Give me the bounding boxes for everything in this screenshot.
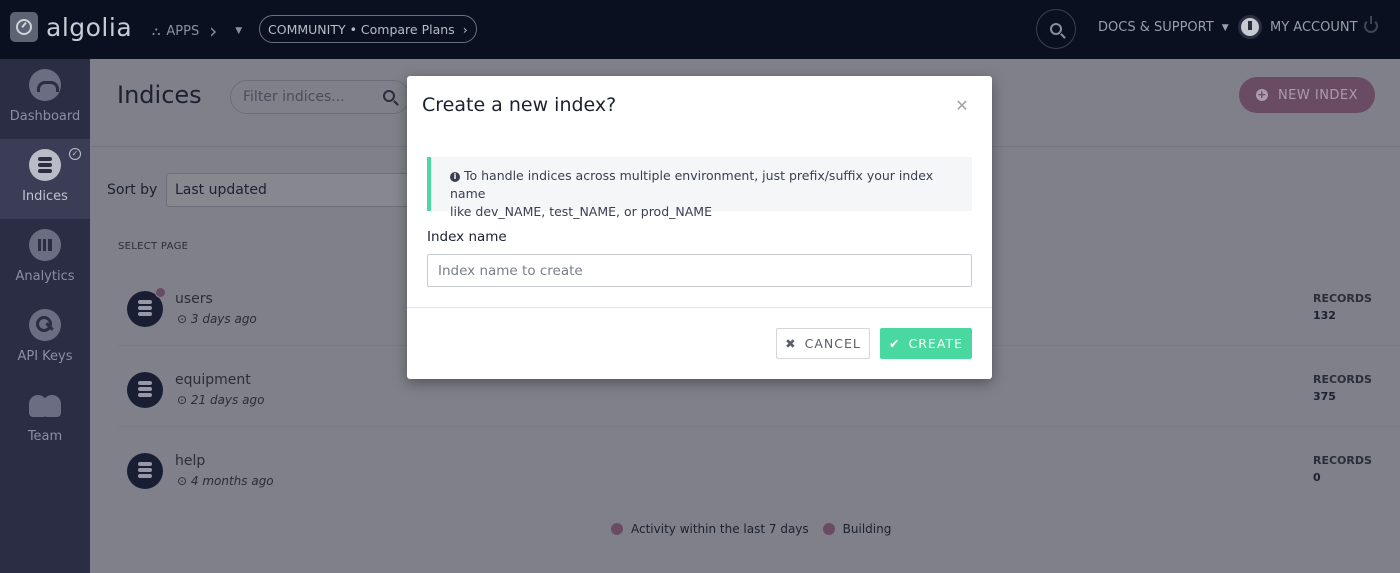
filter-indices-input[interactable]: Filter indices...: [230, 80, 410, 114]
index-name-input[interactable]: [427, 254, 972, 287]
sort-select[interactable]: Last updated: [166, 173, 416, 207]
create-label: CREATE: [908, 336, 963, 351]
close-icon[interactable]: ✕: [952, 96, 972, 116]
sidebar-item-label: Indices: [22, 189, 68, 204]
team-icon: [29, 389, 61, 421]
check-circle-icon: ✓: [69, 148, 81, 160]
plan-label: COMMUNITY • Compare Plans: [268, 21, 455, 37]
sidebar-item-analytics[interactable]: Analytics: [0, 219, 90, 299]
compare-plans-pill[interactable]: COMMUNITY • Compare Plans ›: [259, 15, 477, 43]
algolia-logo[interactable]: algolia: [10, 12, 132, 42]
sidebar-item-team[interactable]: Team: [0, 379, 90, 459]
sidebar-item-indices[interactable]: ✓ Indices: [0, 139, 90, 219]
my-account-menu[interactable]: MY ACCOUNT: [1238, 15, 1358, 39]
new-index-button[interactable]: + NEW INDEX: [1239, 77, 1375, 113]
account-label: MY ACCOUNT: [1270, 19, 1358, 35]
logo-text: algolia: [46, 12, 133, 42]
index-name[interactable]: equipment: [175, 372, 251, 388]
global-search-button[interactable]: [1036, 9, 1076, 49]
search-icon: [383, 90, 395, 102]
row-divider: [118, 426, 1400, 427]
logout-power-icon[interactable]: [1364, 16, 1378, 33]
database-icon: [127, 372, 163, 408]
legend-activity: Activity within the last 7 days: [631, 522, 809, 536]
chevron-right-icon: ›: [462, 21, 468, 37]
apps-icon: ⛬: [152, 23, 161, 38]
sidebar: Dashboard ✓ Indices Analytics API Keys T…: [0, 59, 90, 573]
key-icon: [29, 309, 61, 341]
apps-breadcrumb[interactable]: ⛬ APPS › ▼: [152, 19, 242, 43]
docs-label: DOCS & SUPPORT: [1098, 20, 1214, 35]
info-line-2: like dev_NAME, test_NAME, or prod_NAME: [450, 204, 712, 219]
sidebar-item-label: Analytics: [15, 269, 75, 284]
records-count: 132: [1313, 309, 1336, 322]
index-updated: ⊙ 21 days ago: [177, 393, 265, 407]
cancel-label: CANCEL: [804, 336, 861, 351]
check-icon: ✔: [889, 336, 901, 351]
sidebar-item-dashboard[interactable]: Dashboard: [0, 59, 90, 139]
index-row-help[interactable]: help ⊙ 4 months ago RECORDS 0: [117, 439, 1400, 520]
new-index-label: NEW INDEX: [1277, 87, 1359, 103]
info-line-1: To handle indices across multiple enviro…: [450, 168, 934, 201]
docs-support-menu[interactable]: DOCS & SUPPORT ▼: [1098, 20, 1229, 35]
select-page-label[interactable]: SELECT PAGE: [118, 241, 188, 252]
create-index-modal: Create a new index? ✕ i To handle indices…: [407, 76, 992, 379]
gauge-icon: [29, 69, 61, 101]
index-name[interactable]: users: [175, 291, 213, 307]
search-icon: [1050, 23, 1062, 35]
sidebar-item-label: Dashboard: [9, 109, 81, 124]
plus-circle-icon: +: [1255, 88, 1268, 101]
bar-chart-icon: [29, 229, 61, 261]
modal-title: Create a new index?: [422, 94, 617, 116]
sort-value: Last updated: [175, 182, 267, 198]
page-title: Indices: [117, 81, 202, 109]
info-callout: i To handle indices across multiple envir…: [427, 157, 972, 219]
index-updated: ⊙ 4 months ago: [177, 474, 274, 488]
records-count: 375: [1313, 390, 1336, 403]
avatar: [1238, 15, 1262, 39]
sidebar-item-api-keys[interactable]: API Keys: [0, 299, 90, 379]
activity-dot-icon: [611, 523, 623, 535]
index-name-label: Index name: [427, 229, 507, 245]
records-count: 0: [1313, 471, 1321, 484]
building-dot-icon: [822, 523, 835, 535]
sidebar-item-label: API Keys: [17, 349, 73, 364]
status-legend: Activity within the last 7 days Building: [611, 522, 899, 536]
records-label: RECORDS: [1313, 292, 1372, 305]
database-icon: [29, 149, 61, 181]
modal-divider: [407, 307, 992, 308]
records-label: RECORDS: [1313, 454, 1372, 467]
sort-label: Sort by: [107, 182, 158, 198]
apps-label: APPS: [166, 23, 200, 39]
chevron-down-icon: ▼: [1221, 22, 1229, 33]
info-icon: i: [450, 172, 460, 182]
algolia-logo-icon: [10, 12, 38, 42]
chevron-down-icon[interactable]: ▼: [235, 26, 242, 36]
database-icon: [127, 453, 163, 489]
sidebar-item-label: Team: [27, 429, 63, 444]
create-button[interactable]: ✔ CREATE: [880, 328, 972, 359]
close-icon: ✖: [785, 336, 797, 351]
records-label: RECORDS: [1313, 373, 1372, 386]
index-name[interactable]: help: [175, 453, 205, 469]
legend-building: Building: [842, 522, 892, 536]
cancel-button[interactable]: ✖ CANCEL: [776, 328, 870, 359]
filter-placeholder: Filter indices...: [243, 89, 345, 105]
index-updated: ⊙ 3 days ago: [177, 312, 257, 326]
top-navbar: algolia ⛬ APPS › ▼ COMMUNITY • Compare P…: [0, 0, 1400, 59]
activity-dot: [155, 287, 166, 298]
chevron-right-icon: ›: [209, 19, 218, 43]
